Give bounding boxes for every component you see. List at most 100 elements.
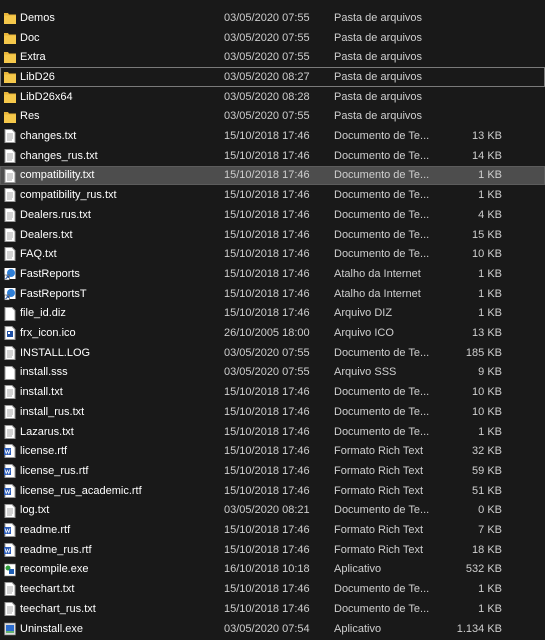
file-name: frx_icon.ico xyxy=(20,327,76,340)
file-row[interactable]: Dealers.txt 15/10/2018 17:46 Documento de … xyxy=(0,225,545,245)
file-row[interactable]: compatibility.txt 15/10/2018 17:46 Documen… xyxy=(0,165,545,186)
file-date: 03/05/2020 07:55 xyxy=(224,346,310,359)
file-type: Documento de Te... xyxy=(334,583,429,596)
file-row[interactable]: LibD26 03/05/2020 08:27 Pasta de arquivos xyxy=(0,67,545,87)
file-type: Arquivo ICO xyxy=(334,327,394,340)
file-row[interactable]: install.sss 03/05/2020 07:55 Arquivo SSS 9 … xyxy=(0,363,545,383)
file-row[interactable]: license_rus.rtf 15/10/2018 17:46 Formato R… xyxy=(0,461,545,481)
file-row[interactable]: license.rtf 15/10/2018 17:46 Formato Rich … xyxy=(0,441,545,461)
rtf-file-icon xyxy=(4,542,16,557)
text-file-icon xyxy=(4,424,16,439)
file-row[interactable]: FAQ.txt 15/10/2018 17:46 Documento de Te..… xyxy=(0,244,545,264)
file-type: Pasta de arquivos xyxy=(334,51,423,64)
text-file-icon xyxy=(4,602,16,616)
file-row[interactable]: compatibility_rus.txt 15/10/2018 17:46 Doc… xyxy=(0,185,545,205)
file-name: FastReports xyxy=(20,267,80,280)
rtf-file-icon xyxy=(4,444,16,459)
file-date: 15/10/2018 17:46 xyxy=(224,484,310,497)
text-file-icon xyxy=(4,148,16,163)
file-row[interactable]: FastReportsT 15/10/2018 17:46 Atalho da In… xyxy=(0,284,545,304)
file-row[interactable]: license_rus_academic.rtf 15/10/2018 17:46… xyxy=(0,481,545,501)
file-name: Dealers.txt xyxy=(20,228,73,241)
file-size: 7 KB xyxy=(478,524,502,537)
file-size: 59 KB xyxy=(472,464,502,477)
file-row[interactable]: readme.rtf 15/10/2018 17:46 Formato Rich T… xyxy=(0,520,545,540)
text-file-icon xyxy=(4,582,16,597)
file-date: 03/05/2020 08:21 xyxy=(224,504,310,517)
file-type: Documento de Te... xyxy=(334,228,429,241)
text-file-icon xyxy=(4,188,16,203)
file-name: INSTALL.LOG xyxy=(20,346,91,359)
file-name: compatibility.txt xyxy=(20,169,95,182)
file-row[interactable]: Doc 03/05/2020 07:55 Pasta de arquivos xyxy=(0,28,545,48)
file-date: 03/05/2020 08:28 xyxy=(224,90,310,103)
file-row[interactable]: changes.txt 15/10/2018 17:46 Documento de … xyxy=(0,126,545,146)
file-row[interactable]: Res 03/05/2020 07:55 Pasta de arquivos xyxy=(0,107,545,127)
file-row[interactable]: Demos 03/05/2020 07:55 Pasta de arquivos xyxy=(0,8,545,28)
file-type: Documento de Te... xyxy=(334,189,429,202)
file-type: Formato Rich Text xyxy=(334,484,424,497)
file-name: license.rtf xyxy=(20,445,68,458)
file-row[interactable]: file_id.diz 15/10/2018 17:46 Arquivo DIZ 1 … xyxy=(0,304,545,324)
file-row[interactable]: LibD26x64 03/05/2020 08:28 Pasta de arquiv… xyxy=(0,87,545,107)
file-name: Uninstall.exe xyxy=(20,622,83,635)
file-name: Lazarus.txt xyxy=(20,425,74,438)
file-date: 15/10/2018 17:46 xyxy=(224,602,310,615)
file-type: Arquivo SSS xyxy=(334,366,397,379)
file-date: 15/10/2018 17:46 xyxy=(224,445,310,458)
file-type: Pasta de arquivos xyxy=(334,31,423,44)
file-row[interactable]: frx_icon.ico 26/10/2005 18:00 Arquivo ICO 1… xyxy=(0,323,545,343)
file-row[interactable]: teechart_rus.txt 15/10/2018 17:46 Document… xyxy=(0,599,545,619)
file-name: install.sss xyxy=(20,366,68,379)
file-name: license_rus.rtf xyxy=(20,464,89,477)
file-row[interactable]: INSTALL.LOG 03/05/2020 07:55 Documento de … xyxy=(0,343,545,363)
file-name: LibD26x64 xyxy=(20,90,73,103)
file-size: 185 KB xyxy=(465,346,502,359)
file-row[interactable]: FastReports 15/10/2018 17:46 Atalho da Int… xyxy=(0,264,545,284)
file-row[interactable]: install.txt 15/10/2018 17:46 Documento de … xyxy=(0,382,545,402)
file-row[interactable]: changes_rus.txt 15/10/2018 17:46 Documento… xyxy=(0,146,545,166)
file-type: Pasta de arquivos xyxy=(334,90,423,103)
file-row[interactable]: Lazarus.txt 15/10/2018 17:46 Documento de … xyxy=(0,422,545,442)
folder-icon xyxy=(4,11,16,25)
file-row[interactable]: Dealers.rus.txt 15/10/2018 17:46 Documento… xyxy=(0,205,545,225)
file-name: Extra xyxy=(20,51,46,64)
file-size: 10 KB xyxy=(472,248,502,261)
file-row[interactable]: teechart.txt 15/10/2018 17:46 Documento de… xyxy=(0,579,545,599)
file-date: 15/10/2018 17:46 xyxy=(224,169,310,182)
file-type: Documento de Te... xyxy=(334,169,429,182)
rtf-file-icon xyxy=(4,464,16,479)
file-size: 9 KB xyxy=(478,366,502,379)
text-file-icon xyxy=(4,227,16,242)
file-name: license_rus_academic.rtf xyxy=(20,484,142,497)
file-name: changes_rus.txt xyxy=(20,149,98,162)
file-date: 15/10/2018 17:46 xyxy=(224,543,310,556)
file-date: 15/10/2018 17:46 xyxy=(224,228,310,241)
file-date: 03/05/2020 07:55 xyxy=(224,366,310,379)
file-row[interactable]: Uninstall.exe 03/05/2020 07:54 Aplicativo 1… xyxy=(0,619,545,639)
generic-file-icon xyxy=(4,306,16,321)
text-file-icon xyxy=(4,405,16,419)
file-size: 10 KB xyxy=(472,386,502,399)
file-size: 51 KB xyxy=(472,484,502,497)
file-row[interactable]: Extra 03/05/2020 07:55 Pasta de arquivos xyxy=(0,47,545,67)
file-date: 15/10/2018 17:46 xyxy=(224,149,310,162)
file-row[interactable]: log.txt 03/05/2020 08:21 Documento de Te..… xyxy=(0,501,545,521)
text-file-icon xyxy=(4,208,16,222)
file-row[interactable]: recompile.exe 16/10/2018 10:18 Aplicativo 5… xyxy=(0,560,545,580)
file-date: 15/10/2018 17:46 xyxy=(224,307,310,320)
file-size: 1 KB xyxy=(478,425,502,438)
file-date: 15/10/2018 17:46 xyxy=(224,267,310,280)
file-date: 15/10/2018 17:46 xyxy=(224,248,310,261)
file-date: 03/05/2020 08:27 xyxy=(224,70,310,83)
rtf-file-icon xyxy=(4,483,16,498)
file-size: 18 KB xyxy=(472,543,502,556)
file-row[interactable]: readme_rus.rtf 15/10/2018 17:46 Formato Ri… xyxy=(0,540,545,560)
file-size: 4 KB xyxy=(478,208,502,221)
file-row[interactable]: install_rus.txt 15/10/2018 17:46 Documento… xyxy=(0,402,545,422)
file-date: 03/05/2020 07:55 xyxy=(224,51,310,64)
file-size: 1 KB xyxy=(478,287,502,300)
file-date: 26/10/2005 18:00 xyxy=(224,327,310,340)
folder-icon xyxy=(4,50,16,64)
file-type: Formato Rich Text xyxy=(334,524,424,537)
